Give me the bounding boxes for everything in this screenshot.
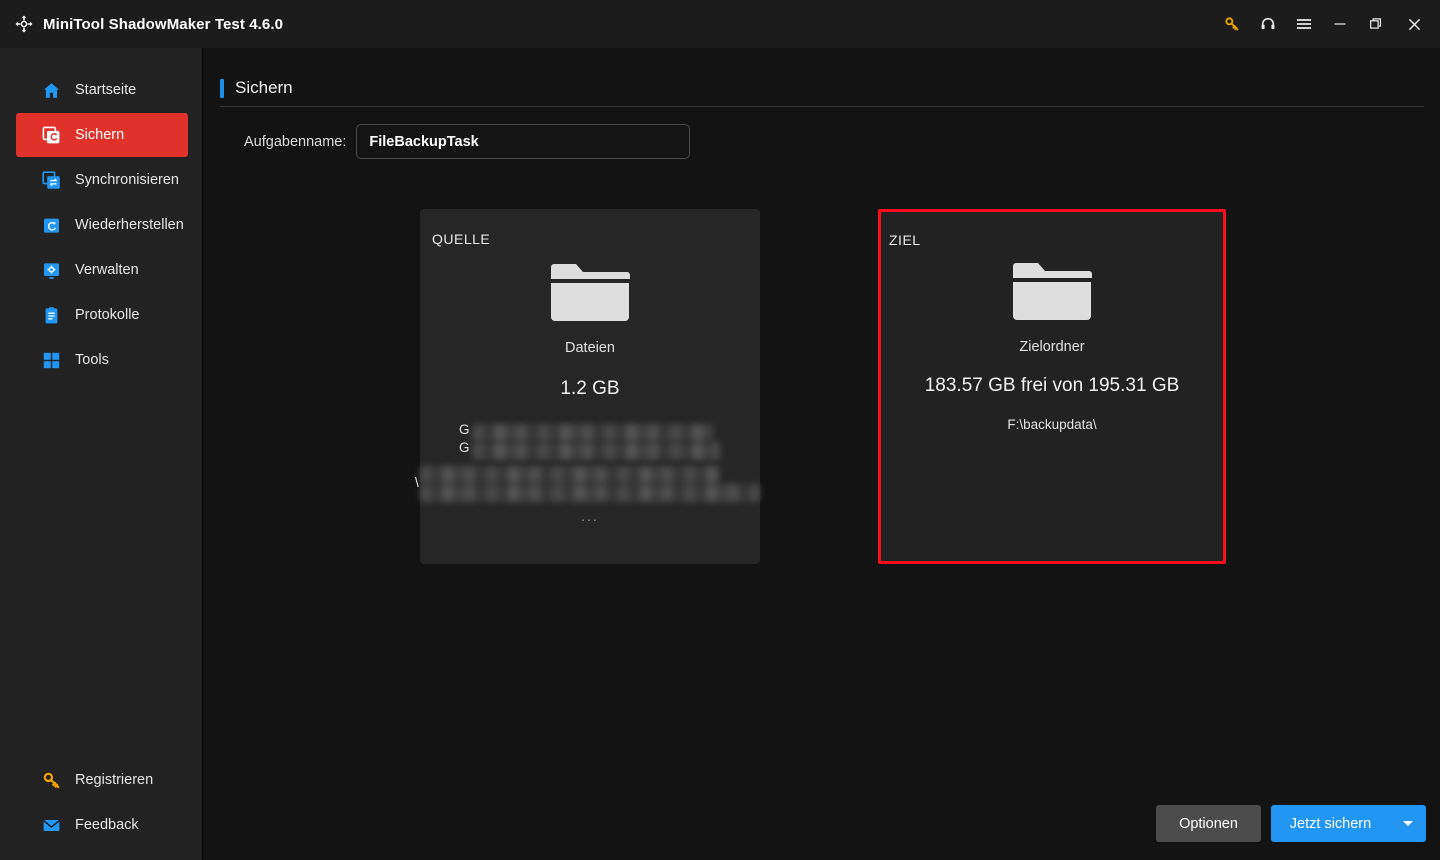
shadowmaker-logo-icon [14,14,34,34]
target-type-label: Zielordner [1019,339,1085,355]
source-card[interactable]: QUELLE Dateien 1.2 GB G G \ ... [415,209,760,564]
page-header: Sichern [220,78,293,98]
maximize-restore-button[interactable] [1358,0,1394,48]
backup-now-split-button: Jetzt sichern [1271,805,1426,842]
manage-gear-monitor-icon [42,261,61,280]
sidebar-item-label: Registrieren [75,772,154,788]
menu-icon[interactable] [1286,0,1322,48]
backup-now-dropdown-button[interactable] [1390,805,1426,842]
close-button[interactable] [1394,0,1434,48]
home-icon [42,81,61,100]
target-capacity: 183.57 GB frei von 195.31 GB [924,375,1180,396]
sidebar-item-label: Protokolle [75,307,140,323]
target-card-body: Zielordner 183.57 GB frei von 195.31 GB … [881,212,1223,561]
task-name-input[interactable] [356,124,691,159]
sidebar-item-label: Tools [75,352,109,368]
sidebar-item-label: Startseite [75,82,137,98]
restore-clock-icon [42,216,61,235]
redacted-path-bar [472,424,714,442]
backup-cards: QUELLE Dateien 1.2 GB G G \ ... ZIEL Zie… [415,209,1228,569]
sidebar-item-verwalten[interactable]: Verwalten [16,248,188,292]
redacted-path-bar [420,484,760,502]
path-prefix: G [459,440,470,455]
key-icon [42,771,61,790]
sidebar: Startseite Sichern Synchronisieren Wiede… [0,48,203,860]
sidebar-nav: Startseite Sichern Synchronisieren Wiede… [0,68,203,383]
folder-icon [1011,260,1093,324]
source-type-label: Dateien [565,340,615,356]
redacted-path-bar [420,466,720,484]
footer-actions: Optionen Jetzt sichern [1156,805,1426,842]
sidebar-item-feedback[interactable]: Feedback [16,803,188,847]
sidebar-item-label: Verwalten [75,262,139,278]
app-window: MiniTool ShadowMaker Test 4.6.0 Startsei… [0,0,1440,860]
register-key-icon[interactable] [1214,0,1250,48]
source-size: 1.2 GB [560,378,620,399]
target-card[interactable]: ZIEL Zielordner 183.57 GB frei von 195.3… [878,209,1226,564]
sidebar-item-label: Synchronisieren [75,172,179,188]
sidebar-item-protokolle[interactable]: Protokolle [16,293,188,337]
title-bar: MiniTool ShadowMaker Test 4.6.0 [0,0,1440,48]
task-name-label: Aufgabenname: [244,133,347,150]
header-divider [220,106,1424,107]
options-button[interactable]: Optionen [1156,805,1261,842]
sidebar-bottom-nav: Registrieren Feedback [0,758,203,848]
sidebar-item-tools[interactable]: Tools [16,338,188,382]
sidebar-item-synchronisieren[interactable]: Synchronisieren [16,158,188,202]
source-card-body: Dateien 1.2 GB G G \ ... [415,209,760,564]
envelope-icon [42,816,61,835]
logs-clipboard-icon [42,306,61,325]
app-title: MiniTool ShadowMaker Test 4.6.0 [43,15,284,33]
tools-grid-icon [42,351,61,370]
sidebar-item-wiederherstellen[interactable]: Wiederherstellen [16,203,188,247]
page-title-accent-bar [220,78,224,98]
backup-now-button[interactable]: Jetzt sichern [1271,805,1390,842]
backup-icon [42,126,61,145]
sidebar-item-registrieren[interactable]: Registrieren [16,758,188,802]
source-path-list: G G \ ... [415,420,760,524]
page-title: Sichern [235,78,293,97]
folder-icon [549,261,631,325]
support-headset-icon[interactable] [1250,0,1286,48]
sidebar-item-label: Wiederherstellen [75,217,184,233]
target-path: F:\backupdata\ [1007,417,1097,432]
title-bar-left: MiniTool ShadowMaker Test 4.6.0 [0,14,283,34]
source-more-indicator: ... [581,508,599,524]
title-bar-actions [1214,0,1440,48]
caret-down-icon [1403,821,1413,826]
path-prefix: \ [415,475,419,490]
sync-icon [42,170,61,190]
main-content: Sichern Aufgabenname: QUELLE Dateien [204,48,1440,860]
redacted-path-bar [472,442,720,460]
task-name-row: Aufgabenname: [244,124,691,159]
path-prefix: G [459,422,470,437]
sidebar-item-label: Sichern [75,127,125,143]
sidebar-item-sichern[interactable]: Sichern [16,113,188,157]
sidebar-item-startseite[interactable]: Startseite [16,68,188,112]
minimize-button[interactable] [1322,0,1358,48]
sidebar-item-label: Feedback [75,817,139,833]
